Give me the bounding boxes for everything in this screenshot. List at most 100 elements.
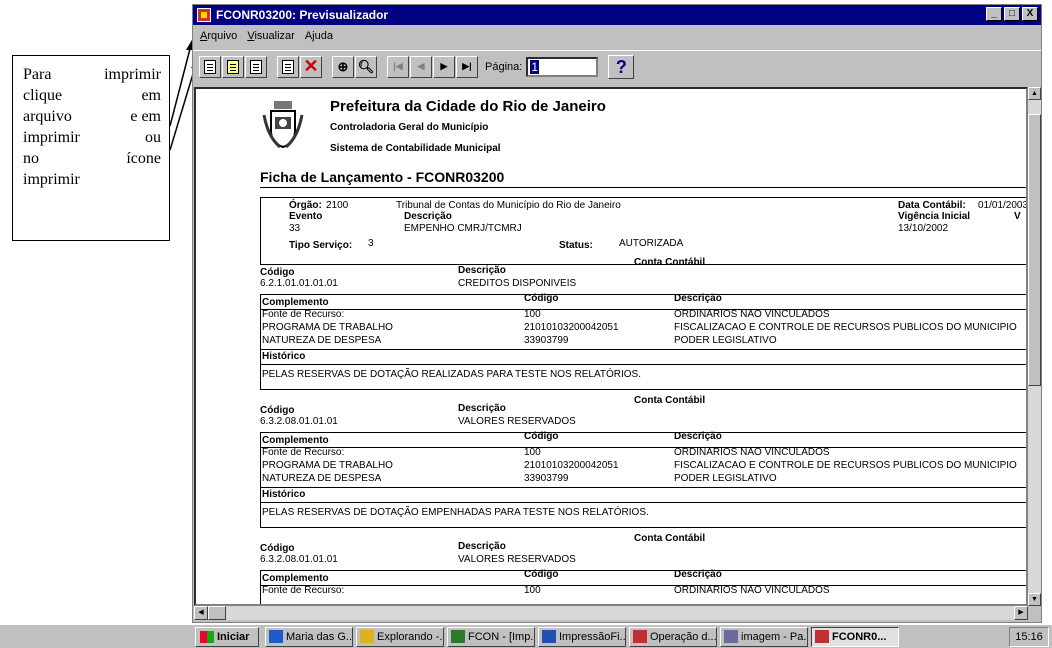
task-label: Explorando -...: [377, 630, 444, 643]
menu-visualizar[interactable]: Visualizar: [242, 30, 300, 42]
orgao-name: Tribunal de Contas do Município do Rio d…: [396, 200, 621, 211]
page-input[interactable]: 1: [526, 56, 599, 77]
taskbar-item[interactable]: Operação d...: [629, 626, 717, 647]
descricao-label: Descrição: [458, 265, 506, 276]
taskbar-item[interactable]: Maria das G...: [265, 626, 353, 647]
historico-rule: [260, 487, 1026, 488]
minimize-button[interactable]: _: [986, 7, 1002, 21]
complemento-cell: PROGRAMA DE TRABALHO: [262, 460, 393, 471]
callout-line: arquivo e em: [23, 106, 161, 127]
zoom-in-icon[interactable]: ⊕: [332, 55, 354, 78]
taskbar-item[interactable]: FCONR0...: [811, 626, 899, 647]
codigo-label: Código: [260, 405, 295, 416]
taskbar-item[interactable]: Explorando -...: [356, 626, 444, 647]
evento-label: Evento: [289, 211, 323, 222]
zoom-out-icon[interactable]: 🔍︎: [355, 55, 377, 78]
complemento-header-rule: [260, 447, 1026, 448]
codigo-cell: 100: [524, 585, 541, 596]
scroll-right-icon[interactable]: ▶: [1014, 606, 1028, 620]
toolbar: ✕ ⊕ 🔍︎ |◀ ◀ ▶ ▶| Página: 1 ?: [193, 50, 1041, 82]
next-page-icon[interactable]: ▶: [433, 55, 455, 78]
scroll-left-icon[interactable]: ◀: [194, 606, 208, 620]
callout-word: imprimir: [23, 171, 80, 188]
task-label: imagem - Pa...: [741, 630, 808, 643]
callout-line: no ícone: [23, 148, 161, 169]
hscroll-thumb[interactable]: [208, 606, 226, 620]
callout-line: imprimir: [23, 169, 161, 190]
task-app-icon: [724, 630, 738, 643]
task-app-icon: [633, 630, 647, 643]
menu-arquivo[interactable]: Arquivo: [195, 30, 242, 42]
task-label: Maria das G...: [286, 630, 353, 643]
menu-ajuda[interactable]: Ajuda: [300, 30, 338, 42]
descricao-cell: ORDINARIOS NAO VINCULADOS: [674, 447, 830, 458]
descricao-label: Descrição: [458, 541, 506, 552]
historico-label: Histórico: [262, 351, 306, 362]
window-title: FCONR03200: Previsualizador: [216, 8, 389, 22]
page-label: Página:: [485, 60, 523, 73]
scroll-up-icon[interactable]: ▲: [1028, 87, 1041, 100]
task-app-icon: [360, 630, 374, 643]
historico-rule: [260, 349, 1026, 350]
scroll-down-icon[interactable]: ▼: [1028, 593, 1041, 606]
complemento-label: Complemento: [262, 297, 329, 308]
taskbar-item[interactable]: FCON - [Imp...: [447, 626, 535, 647]
prev-page-icon[interactable]: ◀: [410, 55, 432, 78]
window-icon[interactable]: [277, 55, 299, 78]
print-icon[interactable]: [199, 55, 221, 78]
callout-line: clique em: [23, 85, 161, 106]
conta-descricao: VALORES RESERVADOS: [458, 416, 576, 427]
vertical-scrollbar[interactable]: ▲ ▼: [1028, 87, 1041, 606]
complemento-label: Complemento: [262, 573, 329, 584]
descricao-cell: PODER LEGISLATIVO: [674, 473, 777, 484]
codigo-cell: 33903799: [524, 335, 569, 346]
document-title: Ficha de Lançamento - FCONR03200: [260, 169, 505, 185]
tipo-servico-label: Tipo Serviço:: [289, 240, 353, 251]
horizontal-scrollbar[interactable]: ◀ ▶: [194, 606, 1028, 620]
descricao-cell: FISCALIZACAO E CONTROLE DE RECURSOS PUBL…: [674, 322, 1017, 333]
callout-word: imprimir: [23, 129, 80, 146]
callout-line: Para imprimir: [23, 64, 161, 85]
codigo-cell: 33903799: [524, 473, 569, 484]
taskbar-item[interactable]: ImpressãoFi...: [538, 626, 626, 647]
last-page-icon[interactable]: ▶|: [456, 55, 478, 78]
descricao-label: Descrição: [458, 403, 506, 414]
callout-word: clique: [23, 87, 63, 104]
close-preview-icon[interactable]: ✕: [300, 55, 322, 78]
conta-contabil-label: Conta Contábil: [634, 257, 706, 268]
clock: 15:16: [1009, 627, 1049, 647]
historico-rule: [260, 364, 1026, 365]
first-page-icon[interactable]: |◀: [387, 55, 409, 78]
vigencia-value: 13/10/2002: [898, 223, 949, 234]
taskbar-item[interactable]: imagem - Pa...: [720, 626, 808, 647]
orgao-label: Órgão:: [289, 200, 322, 211]
tipo-servico-value: 3: [368, 238, 374, 249]
data-contabil-label: Data Contábil:: [898, 200, 966, 211]
descricao-col-label: Descrição: [674, 293, 722, 304]
export-icon[interactable]: [245, 55, 267, 78]
task-label: FCONR0...: [832, 630, 887, 643]
close-button[interactable]: X: [1022, 7, 1038, 21]
print-setup-icon[interactable]: [222, 55, 244, 78]
complemento-cell: Fonte de Recurso:: [262, 309, 345, 320]
codigo-cell: 21010103200042051: [524, 322, 619, 333]
complemento-cell: NATUREZA DE DESPESA: [262, 335, 382, 346]
scroll-thumb[interactable]: [1028, 114, 1041, 386]
complemento-cell: PROGRAMA DE TRABALHO: [262, 322, 393, 333]
maximize-button[interactable]: □: [1004, 7, 1020, 21]
complemento-header-rule: [260, 585, 1026, 586]
complemento-box: [260, 570, 1026, 604]
conta-codigo: 6.3.2.08.01.01.01: [260, 554, 338, 565]
descricao-cell: ORDINARIOS NAO VINCULADOS: [674, 585, 830, 596]
codigo-col-label: Código: [524, 569, 559, 580]
callout-word: Para: [23, 66, 52, 83]
codigo-label: Código: [260, 267, 295, 278]
help-icon[interactable]: ?: [608, 54, 635, 79]
conta-descricao: VALORES RESERVADOS: [458, 554, 576, 565]
descricao-cell: PODER LEGISLATIVO: [674, 335, 777, 346]
historico-label: Histórico: [262, 489, 306, 500]
callout-word: no: [23, 150, 39, 167]
start-button[interactable]: Iniciar: [195, 626, 259, 647]
conta-descricao: CREDITOS DISPONIVEIS: [458, 278, 577, 289]
task-app-icon: [542, 630, 556, 643]
